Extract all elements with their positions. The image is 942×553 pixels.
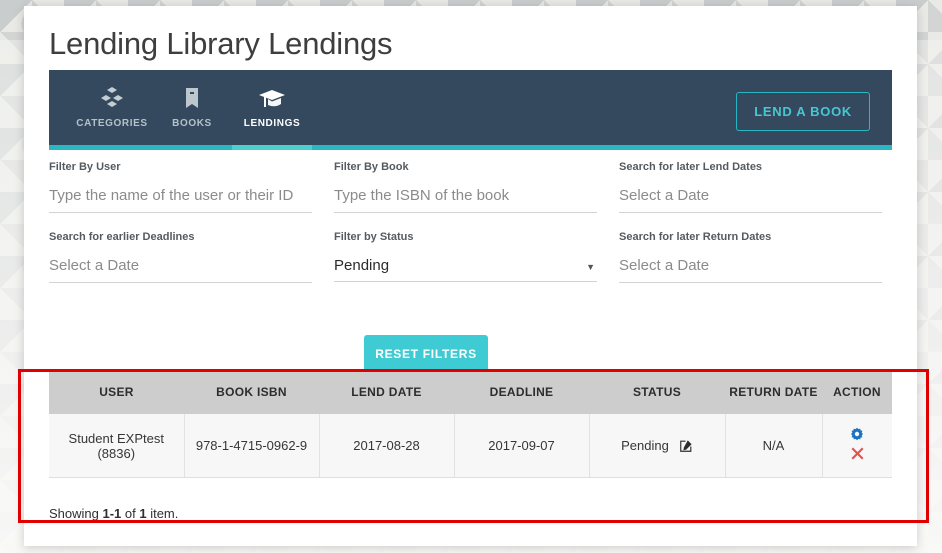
lendings-table: USER BOOK ISBN LEND DATE DEADLINE STATUS…	[49, 370, 892, 478]
showing-mid: of	[121, 506, 140, 521]
column-header-user[interactable]: USER	[49, 370, 184, 414]
showing-count-text: Showing 1-1 of 1 item.	[49, 506, 178, 521]
nav-tab-label: BOOKS	[172, 118, 212, 129]
nav-tab-lendings[interactable]: LENDINGS	[232, 70, 312, 150]
filter-user-input[interactable]	[49, 187, 312, 204]
lendings-table-container: USER BOOK ISBN LEND DATE DEADLINE STATUS…	[49, 370, 892, 478]
filter-row-2: Search for earlier Deadlines Filter by S…	[49, 231, 892, 301]
nav-tab-categories[interactable]: CATEGORIES	[72, 70, 152, 145]
filter-input-wrap-book	[334, 187, 597, 213]
cell-action	[822, 414, 892, 478]
page-title: Lending Library Lendings	[49, 26, 393, 61]
nav-tab-label: CATEGORIES	[76, 118, 148, 129]
filter-status-select[interactable]: Pending ▼	[334, 257, 597, 282]
book-icon	[152, 86, 232, 112]
action-buttons	[829, 427, 887, 464]
delete-icon[interactable]	[850, 446, 865, 464]
filter-field-return-dates: Search for later Return Dates	[619, 231, 882, 283]
cubes-icon	[72, 86, 152, 112]
filter-input-wrap-return-dates	[619, 257, 882, 283]
filter-status-value: Pending	[334, 257, 390, 274]
cell-status: Pending	[589, 414, 726, 478]
filter-field-status: Filter by Status Pending ▼	[334, 231, 597, 283]
gear-icon[interactable]	[849, 427, 865, 443]
status-cell-inner: Pending	[621, 438, 693, 453]
cell-return-date: N/A	[725, 414, 823, 478]
lend-a-book-button[interactable]: LEND A BOOK	[736, 92, 870, 131]
table-row: Student EXPtest (8836) 978-1-4715-0962-9…	[49, 414, 892, 478]
filter-field-lend-dates: Search for later Lend Dates	[619, 161, 882, 213]
filter-label-book: Filter By Book	[334, 161, 409, 173]
cell-book-isbn: 978-1-4715-0962-9	[184, 414, 320, 478]
showing-suffix: item.	[146, 506, 179, 521]
status-text: Pending	[621, 438, 669, 453]
table-body: Student EXPtest (8836) 978-1-4715-0962-9…	[49, 414, 892, 478]
edit-status-icon[interactable]	[679, 439, 693, 453]
filter-return-date-input[interactable]	[619, 257, 882, 274]
nav-tab-books[interactable]: BOOKS	[152, 70, 232, 145]
filter-label-return-dates: Search for later Return Dates	[619, 231, 772, 243]
graduation-cap-icon	[232, 86, 312, 112]
showing-range: 1-1	[102, 506, 122, 521]
cell-lend-date: 2017-08-28	[319, 414, 455, 478]
column-header-book-isbn[interactable]: BOOK ISBN	[184, 370, 319, 414]
table-header-row: USER BOOK ISBN LEND DATE DEADLINE STATUS…	[49, 370, 892, 414]
filter-label-status: Filter by Status	[334, 231, 414, 243]
column-header-deadline[interactable]: DEADLINE	[454, 370, 589, 414]
filter-field-deadlines: Search for earlier Deadlines	[49, 231, 312, 283]
filter-book-input[interactable]	[334, 187, 597, 204]
showing-prefix: Showing	[49, 506, 103, 521]
filter-row-1: Filter By User Filter By Book Search for…	[49, 161, 892, 231]
filter-label-user: Filter By User	[49, 161, 121, 173]
column-header-return-date[interactable]: RETURN DATE	[725, 370, 822, 414]
filter-label-deadlines: Search for earlier Deadlines	[49, 231, 195, 243]
filter-input-wrap-user	[49, 187, 312, 213]
column-header-lend-date[interactable]: LEND DATE	[319, 370, 454, 414]
section-filters: Filter By User Filter By Book Search for…	[49, 161, 892, 301]
lendings-modal-card: Lending Library Lendings CATEGORIES BOOK…	[24, 6, 917, 546]
cell-user: Student EXPtest (8836)	[49, 414, 185, 478]
reset-filters-button[interactable]: RESET FILTERS	[364, 335, 488, 372]
column-header-status[interactable]: STATUS	[589, 370, 725, 414]
filter-deadline-input[interactable]	[49, 257, 312, 274]
column-header-action: ACTION	[822, 370, 892, 414]
filter-field-user: Filter By User	[49, 161, 312, 213]
filter-input-wrap-deadlines	[49, 257, 312, 283]
table-head: USER BOOK ISBN LEND DATE DEADLINE STATUS…	[49, 370, 892, 414]
nav-tab-label: LENDINGS	[243, 118, 301, 129]
chevron-down-icon: ▼	[586, 262, 595, 272]
filter-field-book: Filter By Book	[334, 161, 597, 213]
section-navbar: CATEGORIES BOOKS LENDINGS LEND A BOOK	[49, 70, 892, 150]
filter-label-lend-dates: Search for later Lend Dates	[619, 161, 763, 173]
filter-lend-date-input[interactable]	[619, 187, 882, 204]
showing-count: 1	[139, 506, 147, 521]
cell-deadline: 2017-09-07	[454, 414, 590, 478]
filter-input-wrap-lend-dates	[619, 187, 882, 213]
